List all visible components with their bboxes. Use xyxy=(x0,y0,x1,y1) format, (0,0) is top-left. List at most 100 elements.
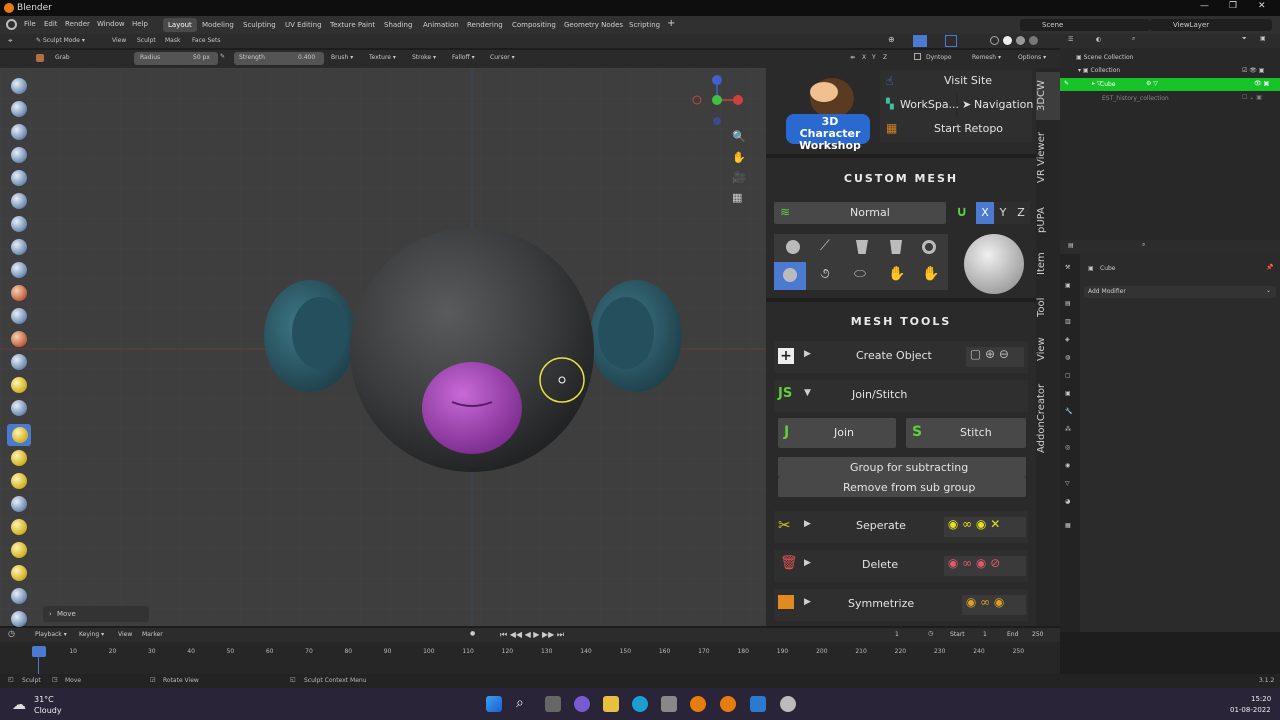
snake-hook-icon[interactable] xyxy=(11,473,27,489)
tab-pupa[interactable]: pUPA xyxy=(1036,202,1060,238)
clay-thumb-brush-icon[interactable] xyxy=(11,170,27,186)
group-for-subtracting-button[interactable]: Group for subtracting xyxy=(778,457,1026,477)
axis-z[interactable]: Z xyxy=(883,54,887,61)
tab-compositing[interactable]: Compositing xyxy=(507,18,561,32)
file-explorer-icon[interactable] xyxy=(603,696,619,712)
thumb-brush-icon[interactable] xyxy=(11,496,27,512)
tab-geometry-nodes[interactable]: Geometry Nodes xyxy=(559,18,628,32)
primitive-preview-thumbnail[interactable] xyxy=(964,234,1024,294)
ear-primitive-icon[interactable]: ૭ xyxy=(820,266,830,282)
layer-brush-icon[interactable] xyxy=(11,193,27,209)
viewport-menu-sculpt[interactable]: Sculpt xyxy=(137,37,156,44)
editor-type-icon[interactable]: ⌖ xyxy=(8,36,13,46)
capsule-primitive-icon[interactable]: ⟋ xyxy=(820,238,830,254)
axis-x-toggle[interactable]: X xyxy=(976,202,994,224)
tab-layout[interactable]: Layout xyxy=(163,18,197,32)
texture-menu[interactable]: Texture ▾ xyxy=(369,54,396,61)
gizmo-toggle-icon[interactable]: ⊕ xyxy=(888,35,895,44)
remove-from-sub-group-button[interactable]: Remove from sub group xyxy=(778,477,1026,497)
pinch-brush-icon[interactable] xyxy=(11,400,27,416)
axis-y-toggle[interactable]: Y xyxy=(994,202,1012,224)
flatten-brush-icon[interactable] xyxy=(11,308,27,324)
dyntopo-label[interactable]: Dyntopo xyxy=(926,54,951,61)
outliner-search-icon[interactable]: ⌕ xyxy=(1132,35,1135,43)
display-mode-icon[interactable]: ◐ xyxy=(1096,36,1101,43)
edge-browser-icon[interactable] xyxy=(632,696,648,712)
draw-brush-icon[interactable] xyxy=(11,78,27,94)
symmetry-icon[interactable]: ⇹ xyxy=(850,54,855,61)
tab-modeling[interactable]: Modeling xyxy=(197,18,239,32)
new-collection-icon[interactable]: ▣ xyxy=(1260,35,1266,42)
weather-cloud-icon[interactable]: ☁ xyxy=(12,697,26,713)
data-tab-icon[interactable]: ▽ xyxy=(1065,480,1070,487)
timeline-type-icon[interactable]: ◷ xyxy=(8,629,15,638)
axis-x[interactable]: X xyxy=(862,54,866,61)
stitch-button[interactable]: S Stitch xyxy=(906,418,1026,448)
tab-item[interactable]: Item xyxy=(1036,248,1060,280)
add-workspace-button[interactable]: + xyxy=(667,18,675,29)
menu-help[interactable]: Help xyxy=(132,20,148,28)
rotate-brush-icon[interactable] xyxy=(11,565,27,581)
collapse-arrow-icon[interactable]: ▼ xyxy=(804,388,811,398)
hand-primitive-icon[interactable]: ✋ xyxy=(888,266,905,282)
blender-taskbar-icon-2[interactable] xyxy=(720,696,736,712)
material-tab-icon[interactable]: ◕ xyxy=(1065,498,1070,505)
marker-menu[interactable]: Marker xyxy=(142,631,163,638)
modifier-tab-icon[interactable]: 🔧 xyxy=(1065,408,1072,415)
tab-shading[interactable]: Shading xyxy=(379,18,417,32)
constraints-tab-icon[interactable]: ◉ xyxy=(1065,462,1070,469)
clay-strips-brush-icon[interactable] xyxy=(11,147,27,163)
hand-open-primitive-icon[interactable]: ✋ xyxy=(922,266,939,282)
object-tab-icon[interactable]: ▣ xyxy=(1065,390,1071,397)
physics-tab-icon[interactable]: ◎ xyxy=(1065,444,1070,451)
create-object-icons[interactable]: ▢ ⊕ ⊖ xyxy=(966,347,1024,367)
menu-render[interactable]: Render xyxy=(65,20,90,28)
outliner-type-icon[interactable]: ☰ xyxy=(1068,36,1073,43)
viewport-menu-mask[interactable]: Mask xyxy=(165,37,180,44)
finger-primitive-icon[interactable]: ⬭ xyxy=(854,266,866,282)
particles-tab-icon[interactable]: ⁂ xyxy=(1065,426,1071,433)
properties-type-icon[interactable]: ▤ xyxy=(1068,242,1074,249)
fill-brush-icon[interactable] xyxy=(11,331,27,347)
rendered-shading-icon[interactable] xyxy=(1029,36,1038,45)
app-taskbar-icon[interactable] xyxy=(780,696,796,712)
clock-icon[interactable]: ◷ xyxy=(928,630,933,637)
join-stitch-row[interactable]: JS ▼ Join/Stitch xyxy=(774,380,1028,412)
join-button[interactable]: J Join xyxy=(778,418,896,448)
brush-menu[interactable]: Brush ▾ xyxy=(331,54,353,61)
vscode-icon[interactable] xyxy=(750,696,766,712)
blender-taskbar-icon[interactable] xyxy=(690,696,706,712)
cone-primitive-icon[interactable] xyxy=(856,240,868,254)
blender-menu-icon[interactable] xyxy=(6,19,17,30)
playback-controls[interactable]: ⏮ ◀◀ ◀ ▶ ▶▶ ⏭ xyxy=(500,630,564,640)
last-operator-panel[interactable]: › Move xyxy=(43,606,149,622)
boundary-brush-icon[interactable] xyxy=(11,611,27,627)
tab-3dcw[interactable]: 3DCW xyxy=(1036,72,1060,120)
texture-tab-icon[interactable]: ▦ xyxy=(1065,522,1071,529)
tool-tab-icon[interactable]: ⚒ xyxy=(1065,264,1070,271)
world-tab-icon[interactable]: ◍ xyxy=(1065,354,1070,361)
tab-tool[interactable]: Tool xyxy=(1036,292,1060,322)
stroke-menu[interactable]: Stroke ▾ xyxy=(412,54,436,61)
wireframe-shading-icon[interactable] xyxy=(990,36,999,45)
start-frame-field[interactable]: 1 xyxy=(983,631,987,638)
magnet-icon[interactable]: ∪ xyxy=(956,204,967,220)
tab-uv-editing[interactable]: UV Editing xyxy=(280,18,327,32)
delete-options-icons[interactable]: ◉ ∞ ◉ ⊘ xyxy=(944,556,1026,576)
mesh-mode-dropdown[interactable]: ≋ Normal xyxy=(774,202,946,224)
output-tab-icon[interactable]: ▤ xyxy=(1065,300,1071,307)
search-icon[interactable]: ⌕ xyxy=(516,695,524,711)
filter-icon[interactable]: ⏷ xyxy=(1242,35,1247,43)
cursor-menu[interactable]: Cursor ▾ xyxy=(490,54,515,61)
tab-view[interactable]: View xyxy=(1036,334,1060,364)
draw-sharp-brush-icon[interactable] xyxy=(11,101,27,117)
tab-texture-paint[interactable]: Texture Paint xyxy=(325,18,380,32)
multiplane-scrape-icon[interactable] xyxy=(11,377,27,393)
axis-z-toggle[interactable]: Z xyxy=(1012,202,1030,224)
pin-icon[interactable]: 📌 xyxy=(1266,264,1273,271)
collection-tab-icon[interactable]: ▢ xyxy=(1065,372,1071,379)
start-retopo-button[interactable]: ▦ Start Retopo xyxy=(880,118,1032,142)
maximize-button[interactable]: ❐ xyxy=(1229,1,1237,11)
axis-y[interactable]: Y xyxy=(872,54,876,61)
crease-brush-icon[interactable] xyxy=(11,262,27,278)
